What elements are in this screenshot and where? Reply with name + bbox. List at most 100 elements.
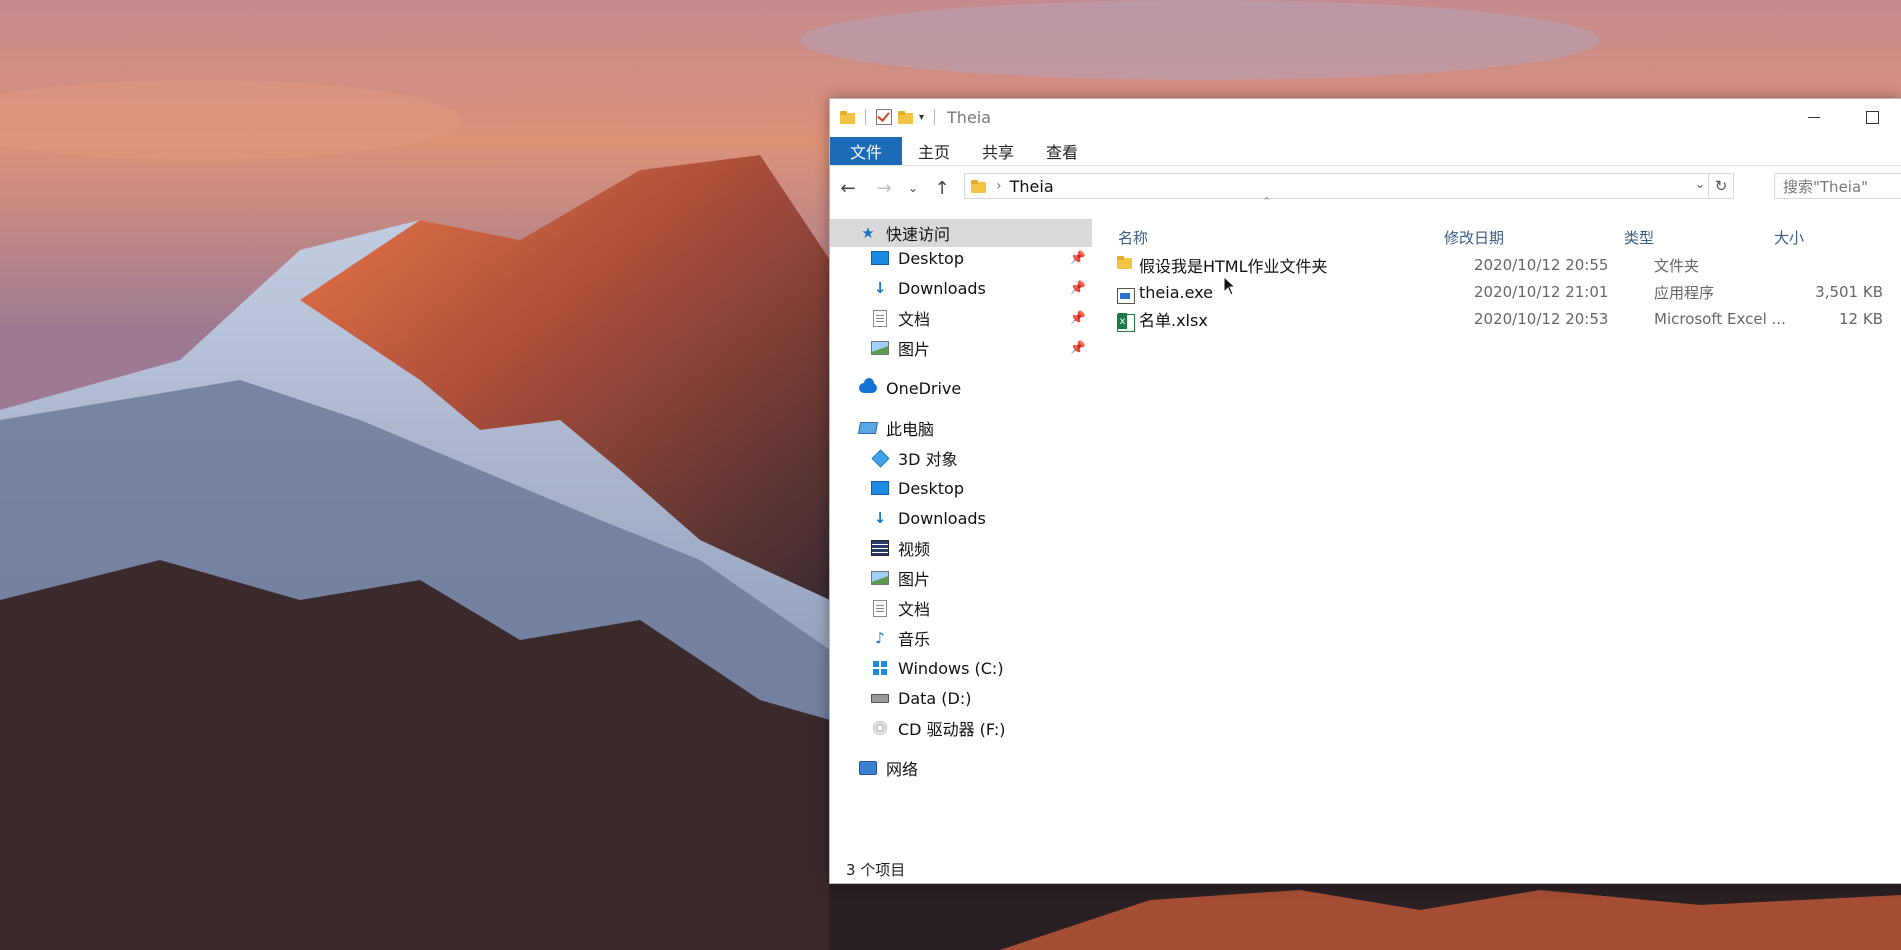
file-type: 应用程序 <box>1654 283 1715 302</box>
refresh-button[interactable]: ↻ <box>1708 174 1733 198</box>
nav-item-label: 3D 对象 <box>898 450 958 469</box>
nav-item-pc-documents[interactable]: 文档 <box>830 594 1092 622</box>
nav-item-label: 图片 <box>898 340 931 359</box>
minimize-button[interactable] <box>1785 99 1843 135</box>
up-button[interactable]: ↑ <box>924 173 960 203</box>
nav-item-pc-desktop[interactable]: Desktop <box>830 474 1092 502</box>
breadcrumb-item[interactable]: Theia <box>1010 177 1054 196</box>
mouse-cursor-icon <box>1223 276 1237 296</box>
nav-this-pc[interactable]: 此电脑 <box>830 414 1092 442</box>
title-bar: ▾ Theia <box>830 99 1901 135</box>
desktop-icon <box>871 481 889 495</box>
breadcrumb-chevron-icon[interactable]: › <box>996 178 1002 194</box>
music-icon: ♪ <box>875 629 885 647</box>
nav-quick-access[interactable]: ★ 快速访问 <box>830 219 1092 247</box>
nav-onedrive[interactable]: OneDrive <box>830 374 1092 402</box>
maximize-icon <box>1865 110 1879 124</box>
nav-item-label: 视频 <box>898 540 931 559</box>
maximize-button[interactable] <box>1843 99 1901 135</box>
tab-share[interactable]: 共享 <box>966 137 1030 165</box>
pictures-icon <box>871 341 889 355</box>
file-name: 名单.xlsx <box>1139 311 1208 330</box>
pin-icon[interactable]: 📌 <box>1070 311 1086 326</box>
nav-item-label: 音乐 <box>898 630 931 649</box>
search-input[interactable]: 搜索"Theia" <box>1774 173 1901 199</box>
address-bar[interactable]: › Theia ⌄ ↻ <box>964 173 1734 199</box>
downloads-icon: ↓ <box>873 279 887 297</box>
file-size: 3,501 KB <box>1815 283 1883 301</box>
3d-icon-wrap <box>870 448 890 468</box>
windows-drive-icon <box>873 661 887 675</box>
forward-button[interactable]: → <box>866 173 902 203</box>
table-row[interactable]: 假设我是HTML作业文件夹 2020/10/12 20:55 文件夹 <box>1113 252 1893 278</box>
file-date: 2020/10/12 21:01 <box>1474 283 1609 301</box>
folder-icon <box>1117 256 1132 269</box>
nav-item-documents[interactable]: 文档 📌 <box>830 304 1092 332</box>
ribbon-tabs: 文件 主页 共享 查看 <box>830 135 1901 166</box>
nav-item-drive-d[interactable]: Data (D:) <box>830 684 1092 712</box>
nav-item-drive-c[interactable]: Windows (C:) <box>830 654 1092 682</box>
documents-icon-wrap <box>870 308 890 328</box>
forward-arrow-icon: → <box>876 177 892 199</box>
3d-objects-icon <box>870 448 890 468</box>
pictures-icon-wrap <box>870 568 890 588</box>
nav-item-label: CD 驱动器 (F:) <box>898 720 1006 739</box>
star-icon: ★ <box>861 224 875 242</box>
nav-item-label: 文档 <box>898 310 931 329</box>
nav-item-pc-downloads[interactable]: ↓ Downloads <box>830 504 1092 532</box>
table-row[interactable]: 名单.xlsx 2020/10/12 20:53 Microsoft Excel… <box>1113 306 1893 332</box>
back-button[interactable]: ← <box>830 173 866 203</box>
nav-item-label: 图片 <box>898 570 931 589</box>
nav-item-label: Data (D:) <box>898 688 972 708</box>
nav-item-label: Windows (C:) <box>898 658 1004 678</box>
desktop-icon-wrap <box>870 248 890 268</box>
folder-icon <box>840 110 855 124</box>
pictures-icon-wrap <box>870 338 890 358</box>
navigation-bar: ← → ⌄ ↑ › Theia ⌄ ↻ 搜索"Theia" <box>830 167 1901 209</box>
column-header-date[interactable]: 修改日期 <box>1444 227 1504 248</box>
file-date: 2020/10/12 20:53 <box>1474 310 1609 328</box>
desktop-icon <box>871 251 889 265</box>
nav-item-3d-objects[interactable]: 3D 对象 <box>830 444 1092 472</box>
window-controls <box>1785 99 1901 135</box>
properties-icon[interactable] <box>876 109 892 125</box>
pin-icon[interactable]: 📌 <box>1070 251 1086 266</box>
cd-drive-icon-wrap <box>870 718 890 738</box>
navigation-pane: ★ 快速访问 Desktop 📌 ↓ Downloads 📌 文档 📌 图片 📌… <box>830 219 1092 819</box>
file-name: 假设我是HTML作业文件夹 <box>1139 257 1328 276</box>
nav-item-desktop[interactable]: Desktop 📌 <box>830 244 1092 272</box>
nav-item-label: Desktop <box>898 248 964 268</box>
nav-network[interactable]: 网络 <box>830 754 1092 782</box>
pin-icon[interactable]: 📌 <box>1070 341 1086 356</box>
desktop-icon-wrap <box>870 478 890 498</box>
pictures-icon <box>871 571 889 585</box>
recent-locations-button[interactable]: ⌄ <box>902 173 924 203</box>
nav-item-label: Downloads <box>898 278 986 298</box>
new-folder-icon[interactable] <box>898 110 913 124</box>
nav-item-videos[interactable]: 视频 <box>830 534 1092 562</box>
nav-item-music[interactable]: ♪ 音乐 <box>830 624 1092 652</box>
drive-icon-wrap <box>870 688 890 708</box>
documents-icon <box>873 599 887 617</box>
back-arrow-icon: ← <box>840 177 856 199</box>
file-type: Microsoft Excel ... <box>1654 310 1786 328</box>
windows-drive-icon-wrap <box>870 658 890 678</box>
tab-home[interactable]: 主页 <box>902 137 966 165</box>
nav-item-label: Downloads <box>898 508 986 528</box>
tab-file[interactable]: 文件 <box>830 137 903 165</box>
customize-toolbar-arrow-icon[interactable]: ▾ <box>919 112 924 123</box>
minimize-icon <box>1808 116 1820 118</box>
exe-icon <box>1117 288 1135 304</box>
column-header-size[interactable]: 大小 <box>1774 227 1804 248</box>
nav-item-drive-f[interactable]: CD 驱动器 (F:) <box>830 714 1092 742</box>
nav-item-pc-pictures[interactable]: 图片 <box>830 564 1092 592</box>
file-size: 12 KB <box>1839 310 1883 328</box>
tab-view[interactable]: 查看 <box>1030 137 1094 165</box>
column-header-type[interactable]: 类型 <box>1624 227 1654 248</box>
nav-item-downloads[interactable]: ↓ Downloads 📌 <box>830 274 1092 302</box>
nav-item-pictures[interactable]: 图片 📌 <box>830 334 1092 362</box>
pin-icon[interactable]: 📌 <box>1070 281 1086 296</box>
address-dropdown-icon[interactable]: ⌄ <box>1695 177 1705 191</box>
pc-icon-wrap <box>857 418 879 438</box>
column-header-name[interactable]: 名称 <box>1118 227 1148 248</box>
